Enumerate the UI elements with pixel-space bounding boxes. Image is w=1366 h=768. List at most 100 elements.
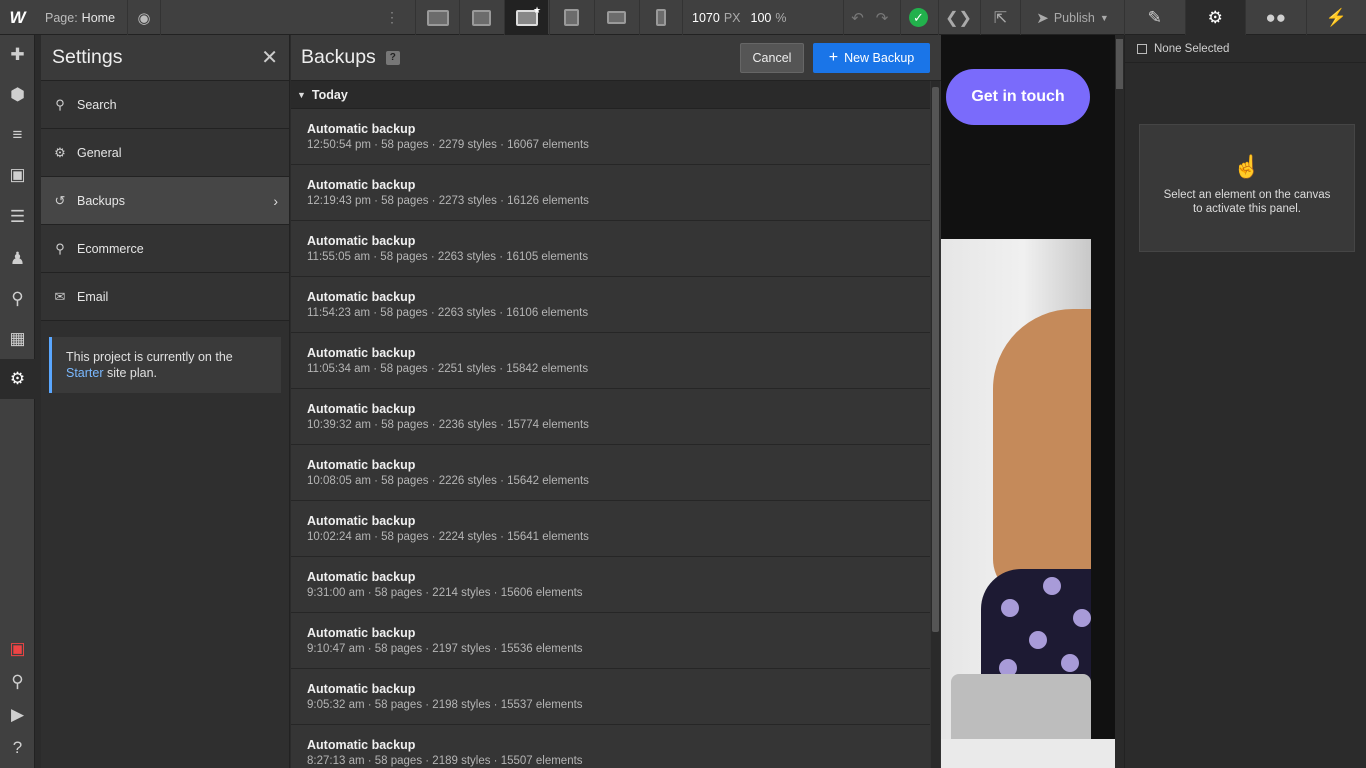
breakpoint-desktop-medium-icon[interactable]: [459, 0, 503, 35]
canvas-scrollbar[interactable]: [1115, 35, 1124, 768]
plan-info-suffix: site plan.: [107, 366, 158, 380]
backup-row[interactable]: Automatic backup 9:05:32 am · 58 pages · …: [291, 669, 930, 725]
breakpoint-desktop-large-icon[interactable]: [415, 0, 459, 35]
page-selector[interactable]: Page: Home: [45, 0, 115, 35]
redo-icon[interactable]: ↷: [869, 0, 895, 35]
zoom-unit: %: [775, 10, 787, 25]
backup-name: Automatic backup: [307, 570, 416, 584]
publish-label: Publish: [1053, 10, 1095, 25]
backup-row[interactable]: Automatic backup 8:27:13 am · 58 pages · …: [291, 725, 930, 768]
assets-icon[interactable]: ▦: [0, 319, 35, 359]
scrollbar-thumb[interactable]: [932, 87, 939, 632]
page-name: Home: [81, 10, 116, 25]
top-toolbar: W Page: Home ◉ ⋮ ★ 1070 PX 100% ↶ ↷ ✓ ❮❯ …: [0, 0, 1366, 35]
backup-row[interactable]: Automatic backup 9:10:47 am · 58 pages · …: [291, 613, 930, 669]
backup-row[interactable]: Automatic backup 9:31:00 am · 58 pages · …: [291, 557, 930, 613]
backups-panel: Backups ? Cancel + New Backup ▼ Today Au…: [291, 35, 941, 768]
breakpoint-tablet-icon[interactable]: [549, 0, 593, 35]
pages-icon[interactable]: ▣: [0, 155, 35, 195]
backup-row[interactable]: Automatic backup 11:55:05 am · 58 pages ·…: [291, 221, 930, 277]
backup-meta: 9:31:00 am · 58 pages · 2214 styles · 15…: [307, 587, 583, 599]
publish-button[interactable]: ➤ Publish ▼: [1020, 0, 1124, 35]
close-icon[interactable]: ✕: [261, 45, 278, 70]
backup-row[interactable]: Automatic backup 10:08:05 am · 58 pages ·…: [291, 445, 930, 501]
code-icon[interactable]: ❮❯: [938, 0, 978, 35]
photo-shirt: [981, 569, 1091, 689]
right-panel-tabs: ✎ ⚙ ●● ⚡: [1124, 0, 1366, 35]
empty-state-card: ☝ Select an element on the canvas to act…: [1139, 124, 1355, 252]
navigator-icon[interactable]: ≡: [0, 115, 35, 155]
backup-list: Automatic backup 12:50:54 pm · 58 pages ·…: [291, 109, 930, 768]
mail-icon: ✉: [54, 288, 66, 304]
help-icon[interactable]: ?: [385, 50, 400, 65]
settings-nav-ecommerce[interactable]: ⚲ Ecommerce: [41, 225, 289, 273]
zoom-value: 100: [750, 10, 772, 25]
backup-list-scrollbar[interactable]: [931, 81, 940, 768]
search-icon: ⚲: [55, 96, 65, 112]
settings-gear-icon[interactable]: ⚙: [1184, 0, 1245, 35]
cancel-button[interactable]: Cancel: [740, 43, 804, 73]
backup-row[interactable]: Automatic backup 12:19:43 pm · 58 pages ·…: [291, 165, 930, 221]
backup-row[interactable]: Automatic backup 10:02:24 am · 58 pages ·…: [291, 501, 930, 557]
settings-nav-general[interactable]: ⚙ General: [41, 129, 289, 177]
undo-icon[interactable]: ↶: [843, 0, 871, 35]
style-brush-icon[interactable]: ✎: [1124, 0, 1185, 35]
backup-row[interactable]: Automatic backup 11:05:34 am · 58 pages ·…: [291, 333, 930, 389]
plan-info-box: This project is currently on the Starter…: [49, 337, 281, 393]
settings-gear-icon[interactable]: ⚙: [0, 359, 35, 399]
backup-group-header[interactable]: ▼ Today: [291, 81, 930, 109]
history-icon: ↺: [54, 192, 66, 208]
backup-row[interactable]: Automatic backup 10:39:32 am · 58 pages ·…: [291, 389, 930, 445]
width-unit: PX: [723, 10, 741, 25]
backup-name: Automatic backup: [307, 122, 416, 136]
new-backup-button[interactable]: + New Backup: [813, 43, 930, 73]
interactions-bolt-icon[interactable]: ⚡: [1305, 0, 1366, 35]
backup-meta: 8:27:13 am · 58 pages · 2189 styles · 15…: [307, 755, 583, 767]
cart-icon: ⚲: [55, 240, 65, 256]
checkbox-icon[interactable]: [1137, 43, 1147, 54]
style-manager-drops-icon[interactable]: ●●: [1245, 0, 1306, 35]
backup-name: Automatic backup: [307, 178, 416, 192]
backup-meta: 10:39:32 am · 58 pages · 2236 styles · 1…: [307, 419, 589, 431]
selection-label: None Selected: [1154, 42, 1230, 55]
canvas-size-readout[interactable]: 1070 PX 100%: [692, 0, 786, 35]
element-settings-panel: None Selected ☝ Select an element on the…: [1124, 35, 1366, 768]
settings-nav-search[interactable]: ⚲ Search: [41, 81, 289, 129]
backups-title: Backups: [301, 46, 376, 68]
backup-row[interactable]: Automatic backup 12:50:54 pm · 58 pages ·…: [291, 109, 930, 165]
hero-photo[interactable]: [941, 239, 1091, 744]
backup-group-label: Today: [311, 87, 348, 102]
backup-name: Automatic backup: [307, 402, 416, 416]
settings-header: Settings ✕: [41, 35, 289, 81]
get-in-touch-button[interactable]: Get in touch: [946, 69, 1090, 125]
backup-name: Automatic backup: [307, 738, 416, 752]
preview-eye-icon[interactable]: ◉: [127, 0, 161, 35]
export-icon[interactable]: ⇱: [980, 0, 1020, 35]
pointer-hand-icon: ☝: [1233, 154, 1261, 179]
webflow-logo[interactable]: W: [0, 0, 35, 35]
backup-row[interactable]: Automatic backup 11:54:23 am · 58 pages ·…: [291, 277, 930, 333]
add-elements-icon[interactable]: ✚: [0, 35, 35, 75]
settings-nav-email[interactable]: ✉ Email: [41, 273, 289, 321]
backup-name: Automatic backup: [307, 458, 416, 472]
breakpoint-desktop-base-icon[interactable]: ★: [504, 0, 548, 35]
empty-state-line-2: to activate this panel.: [1192, 203, 1302, 215]
ecommerce-cart-icon[interactable]: ⚲: [0, 279, 35, 319]
backup-meta: 9:10:47 am · 58 pages · 2197 styles · 15…: [307, 643, 583, 655]
left-toolbar: ✚ ⬢ ≡ ▣ ☰ ♟ ⚲ ▦ ⚙ ▣ ⚲ ▶ ?: [0, 35, 35, 768]
breakpoint-mobile-landscape-icon[interactable]: [594, 0, 638, 35]
users-icon[interactable]: ♟: [0, 239, 35, 279]
plan-link[interactable]: Starter: [66, 366, 104, 380]
backup-meta: 9:05:32 am · 58 pages · 2198 styles · 15…: [307, 699, 583, 711]
settings-nav-backups[interactable]: ↺ Backups ›: [41, 177, 289, 225]
scrollbar-thumb[interactable]: [1116, 39, 1123, 89]
save-status-check-icon[interactable]: ✓: [900, 0, 936, 35]
symbols-cube-icon[interactable]: ⬢: [0, 75, 35, 115]
backup-name: Automatic backup: [307, 290, 416, 304]
cms-database-icon[interactable]: ☰: [0, 197, 35, 237]
breakpoint-mobile-portrait-icon[interactable]: [639, 0, 683, 35]
design-canvas[interactable]: Get in touch: [941, 35, 1124, 768]
width-value: 1070: [692, 10, 720, 25]
more-vertical-icon[interactable]: ⋮: [380, 0, 404, 35]
help-icon[interactable]: ?: [0, 728, 35, 768]
